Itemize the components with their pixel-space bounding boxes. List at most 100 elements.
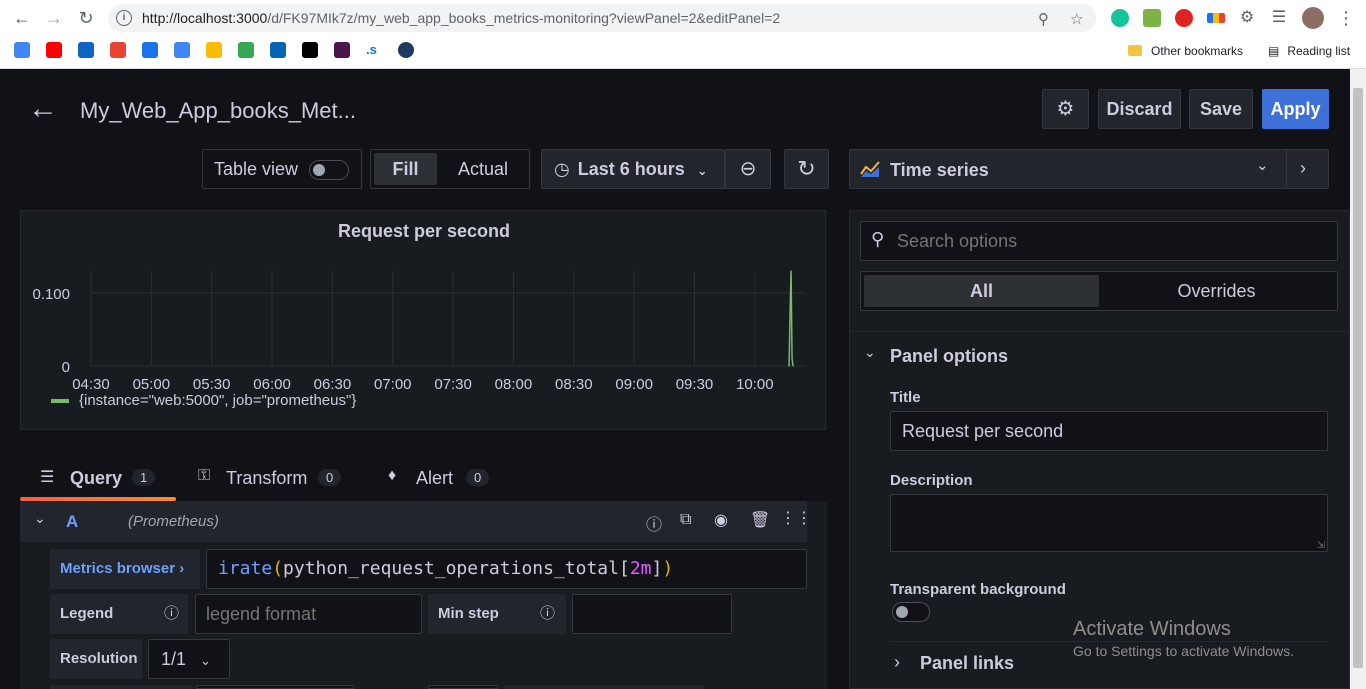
- docs-icon[interactable]: [174, 42, 190, 58]
- query-row-header: ⌄ A (Prometheus) ⓘ ⧉ ◉ 🗑 ⋮⋮: [20, 501, 812, 542]
- description-textarea[interactable]: ⇲: [890, 494, 1328, 552]
- flag-extension-icon[interactable]: [1207, 13, 1225, 23]
- slack-icon[interactable]: [334, 42, 350, 58]
- resolution-select[interactable]: 1/1 ⌄: [148, 639, 230, 679]
- zoom-icon[interactable]: ⚲: [1038, 10, 1049, 28]
- dashboard-title: My_Web_App_books_Met...: [80, 98, 356, 123]
- legend-series-name[interactable]: {instance="web:5000", job="prometheus"}: [79, 392, 356, 409]
- chevron-down-icon: ⌄: [200, 653, 211, 668]
- info-icon[interactable]: ⓘ: [540, 594, 555, 634]
- zoom-out-icon[interactable]: ⊖: [725, 149, 771, 189]
- google-translate-icon[interactable]: [14, 42, 30, 58]
- eye-icon[interactable]: ◉: [714, 510, 728, 530]
- tab-transform[interactable]: ⚿ Transform 0: [196, 449, 356, 501]
- drag-handle-icon[interactable]: ⋮⋮: [780, 508, 812, 528]
- forward-icon[interactable]: →: [44, 8, 64, 28]
- menu-icon[interactable]: ⋮: [1336, 8, 1356, 28]
- trash-icon[interactable]: 🗑: [750, 510, 770, 530]
- promql-query-input[interactable]: irate(python_request_operations_total[2m…: [206, 549, 807, 589]
- back-icon[interactable]: ←: [12, 8, 32, 28]
- calendar-icon[interactable]: [142, 42, 158, 58]
- search-options-box[interactable]: ⚲: [860, 221, 1338, 261]
- tab-query[interactable]: ☰ Query 1: [20, 449, 176, 501]
- chevron-right-icon[interactable]: ›: [1300, 158, 1306, 179]
- browser-chrome: ← → ↻ i http://localhost:3000/d/FK97MIk7…: [0, 0, 1366, 69]
- chevron-down-icon[interactable]: ⌄: [864, 344, 876, 361]
- opera-icon[interactable]: [1175, 9, 1193, 27]
- gmail-icon[interactable]: [110, 42, 126, 58]
- title-input[interactable]: Request per second: [890, 411, 1328, 451]
- resolution-label: Resolution: [60, 650, 138, 667]
- address-bar[interactable]: i http://localhost:3000/d/FK97MIk7z/my_w…: [108, 4, 1096, 32]
- save-button[interactable]: Save: [1189, 89, 1253, 129]
- apply-button[interactable]: Apply: [1262, 89, 1329, 129]
- slides-icon[interactable]: [206, 42, 222, 58]
- table-view-label: Table view: [214, 159, 299, 179]
- fill-option[interactable]: Fill: [374, 153, 437, 185]
- title-value: Request per second: [902, 421, 1064, 441]
- linkedin-icon[interactable]: [78, 42, 94, 58]
- tab-alert[interactable]: ♦ Alert 0: [386, 449, 516, 501]
- tab-alert-label: Alert: [416, 468, 454, 488]
- query-ref-id[interactable]: A: [66, 512, 78, 532]
- extension-icon[interactable]: [1143, 9, 1161, 27]
- outlook-icon[interactable]: [270, 42, 286, 58]
- table-view-switch[interactable]: [309, 160, 349, 180]
- metrics-browser-button[interactable]: Metrics browser ›: [50, 549, 200, 589]
- info-icon[interactable]: ⓘ: [164, 594, 179, 634]
- tab-alert-count: 0: [466, 469, 490, 486]
- drive-icon[interactable]: [238, 42, 254, 58]
- discard-button[interactable]: Discard: [1098, 89, 1181, 129]
- settings-gear-icon[interactable]: ⚙: [1042, 89, 1089, 129]
- min-step-label-box: Min step ⓘ: [428, 594, 566, 634]
- search-options-input[interactable]: [895, 222, 1325, 260]
- panel-options-header[interactable]: Panel options: [890, 346, 1008, 367]
- x-tick-label: 04:30: [72, 376, 110, 393]
- series-point: [790, 270, 792, 272]
- grammarly-icon[interactable]: [1111, 9, 1129, 27]
- notion-icon[interactable]: [302, 42, 318, 58]
- youtube-icon[interactable]: [46, 42, 62, 58]
- url-text[interactable]: http://localhost:3000/d/FK97MIk7z/my_web…: [142, 10, 780, 26]
- min-step-input[interactable]: [572, 594, 732, 634]
- other-bookmarks[interactable]: Other bookmarks: [1128, 44, 1243, 58]
- y-tick-label: 0: [62, 359, 70, 376]
- database-icon: ☰: [40, 469, 55, 486]
- tab-all[interactable]: All: [864, 275, 1099, 307]
- time-picker-button[interactable]: ◷ Last 6 hours ⌄: [541, 149, 725, 189]
- visualization-picker[interactable]: Time series ⌄ ›: [849, 149, 1329, 189]
- help-icon[interactable]: ⓘ: [646, 511, 662, 535]
- bell-icon: ♦: [388, 467, 397, 484]
- s-bookmark-icon[interactable]: .s: [366, 42, 382, 58]
- site-info-icon[interactable]: i: [116, 10, 132, 26]
- page-scrollbar-thumb[interactable]: [1353, 88, 1363, 668]
- collapse-chevron-icon[interactable]: ⌄: [34, 510, 46, 527]
- media-icon[interactable]: ☰: [1269, 8, 1289, 28]
- legend-format-input[interactable]: [195, 594, 422, 634]
- bookmark-icon[interactable]: [398, 42, 414, 58]
- x-tick-label: 05:00: [133, 376, 171, 393]
- expr-range: 2m: [629, 558, 652, 579]
- extensions-puzzle-icon[interactable]: ⚙: [1237, 8, 1257, 28]
- star-icon[interactable]: ☆: [1070, 10, 1083, 28]
- tab-overrides[interactable]: Overrides: [1099, 275, 1334, 307]
- legend-format-field[interactable]: [196, 595, 421, 633]
- chevron-right-icon: ›: [179, 560, 185, 577]
- resize-handle-icon[interactable]: ⇲: [1317, 540, 1325, 551]
- clock-icon: ◷: [554, 159, 570, 179]
- chevron-right-icon[interactable]: ›: [894, 652, 900, 673]
- series-point: [792, 365, 794, 367]
- actual-option[interactable]: Actual: [441, 153, 525, 185]
- panel-links-header[interactable]: Panel links: [920, 653, 1014, 674]
- refresh-icon[interactable]: ↻: [784, 149, 829, 189]
- x-tick-label: 09:30: [676, 376, 714, 393]
- expr-paren-close: ): [662, 558, 674, 579]
- transparent-label: Transparent background: [890, 581, 1066, 598]
- profile-avatar[interactable]: [1302, 7, 1324, 29]
- reading-list[interactable]: ▤ Reading list: [1268, 44, 1350, 58]
- transparent-switch[interactable]: [892, 602, 930, 622]
- duplicate-icon[interactable]: ⧉: [680, 511, 691, 529]
- back-arrow-icon[interactable]: ←: [28, 93, 58, 125]
- divider: [890, 641, 1328, 642]
- reload-icon[interactable]: ↻: [76, 8, 96, 28]
